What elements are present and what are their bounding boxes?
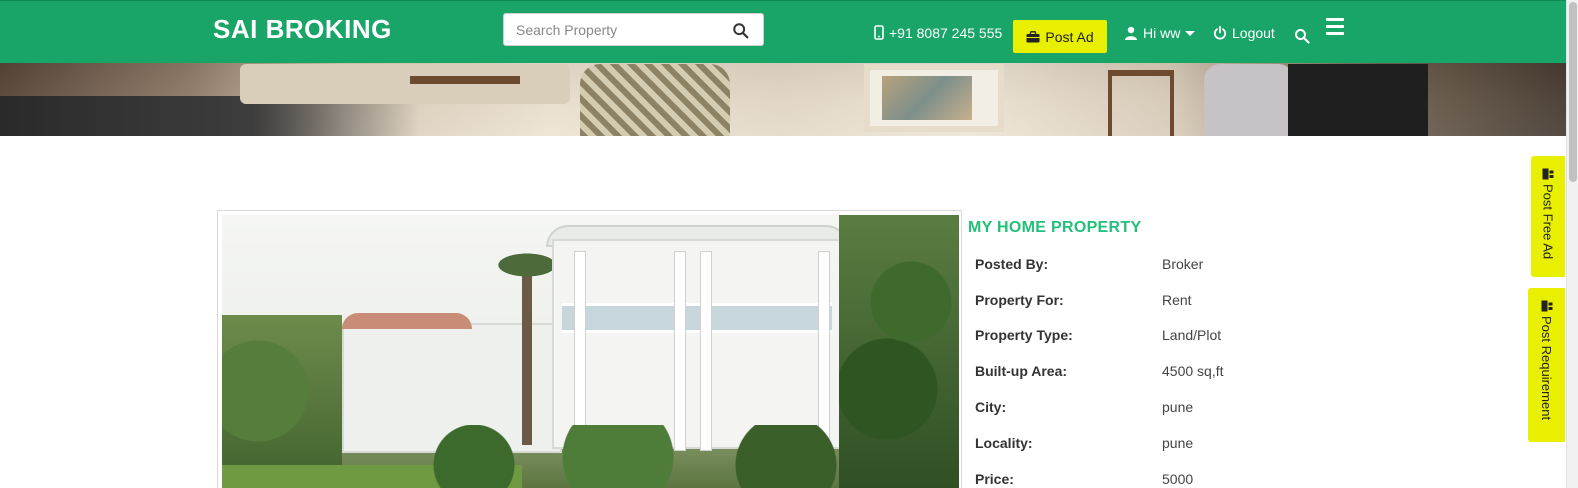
post-requirement-tab[interactable]: Post Requirement bbox=[1528, 288, 1565, 442]
pushpin-icon bbox=[1542, 168, 1554, 180]
logout-link[interactable]: Logout bbox=[1213, 1, 1275, 64]
search-input[interactable] bbox=[504, 14, 724, 45]
detail-label: Property For: bbox=[975, 291, 1064, 308]
search-icon[interactable] bbox=[732, 22, 750, 40]
post-free-ad-tab[interactable]: Post Free Ad bbox=[1531, 156, 1565, 277]
pushpin-icon bbox=[1541, 300, 1552, 312]
detail-value: Rent bbox=[1162, 291, 1192, 308]
property-title: MY HOME PROPERTY bbox=[968, 219, 1142, 236]
detail-row-property-for: Property For: Rent bbox=[975, 282, 1335, 318]
page-scrollbar[interactable] bbox=[1566, 0, 1578, 488]
detail-label: Built-up Area: bbox=[975, 363, 1068, 380]
mobile-phone-icon bbox=[874, 25, 884, 40]
scrollbar-thumb[interactable] bbox=[1569, 2, 1577, 182]
detail-value: Broker bbox=[1162, 255, 1204, 272]
detail-value: pune bbox=[1162, 399, 1194, 416]
logout-label: Logout bbox=[1232, 24, 1275, 41]
post-ad-label: Post Ad bbox=[1045, 28, 1094, 45]
page: SAI BROKING +91 8087 245 555 Post Ad bbox=[0, 0, 1578, 488]
top-navbar: SAI BROKING +91 8087 245 555 Post Ad bbox=[0, 0, 1566, 63]
detail-label: Posted By: bbox=[975, 255, 1049, 272]
post-ad-button[interactable]: Post Ad bbox=[1013, 20, 1107, 53]
hamburger-menu-icon[interactable] bbox=[1326, 18, 1344, 36]
user-icon bbox=[1125, 26, 1137, 40]
property-details-table: Posted By: Broker Property For: Rent Pro… bbox=[975, 246, 1335, 488]
detail-row-property-type: Property Type: Land/Plot bbox=[975, 318, 1335, 354]
user-greeting: Hi ww bbox=[1143, 24, 1181, 41]
detail-row-posted-by: Posted By: Broker bbox=[975, 246, 1335, 282]
detail-label: Property Type: bbox=[975, 327, 1073, 344]
caret-down-icon bbox=[1185, 30, 1196, 36]
search-toggle-icon[interactable] bbox=[1294, 28, 1310, 44]
property-photo-card bbox=[217, 210, 962, 488]
phone-number: +91 8087 245 555 bbox=[874, 1, 1002, 64]
briefcase-icon bbox=[1026, 30, 1040, 42]
detail-row-built-up-area: Built-up Area: 4500 sq,ft bbox=[975, 353, 1335, 389]
detail-value: Land/Plot bbox=[1162, 327, 1222, 344]
detail-value: 5000 bbox=[1162, 470, 1194, 487]
search-box bbox=[503, 13, 764, 46]
detail-row-locality: Locality: pune bbox=[975, 425, 1335, 461]
detail-value: pune bbox=[1162, 434, 1194, 451]
detail-label: Locality: bbox=[975, 434, 1033, 451]
detail-row-price: Price: 5000 bbox=[975, 461, 1335, 488]
property-photo[interactable] bbox=[222, 215, 959, 488]
post-free-ad-label: Post Free Ad bbox=[1540, 184, 1556, 260]
phone-number-text: +91 8087 245 555 bbox=[889, 24, 1003, 41]
detail-row-city: City: pune bbox=[975, 389, 1335, 425]
brand-logo[interactable]: SAI BROKING bbox=[213, 14, 392, 45]
post-requirement-label: Post Requirement bbox=[1539, 316, 1554, 421]
detail-label: Price: bbox=[975, 470, 1014, 487]
user-menu-dropdown[interactable]: Hi ww bbox=[1124, 1, 1196, 64]
power-icon bbox=[1213, 25, 1227, 40]
detail-value: 4500 sq,ft bbox=[1162, 363, 1224, 380]
detail-label: City: bbox=[975, 399, 1007, 416]
